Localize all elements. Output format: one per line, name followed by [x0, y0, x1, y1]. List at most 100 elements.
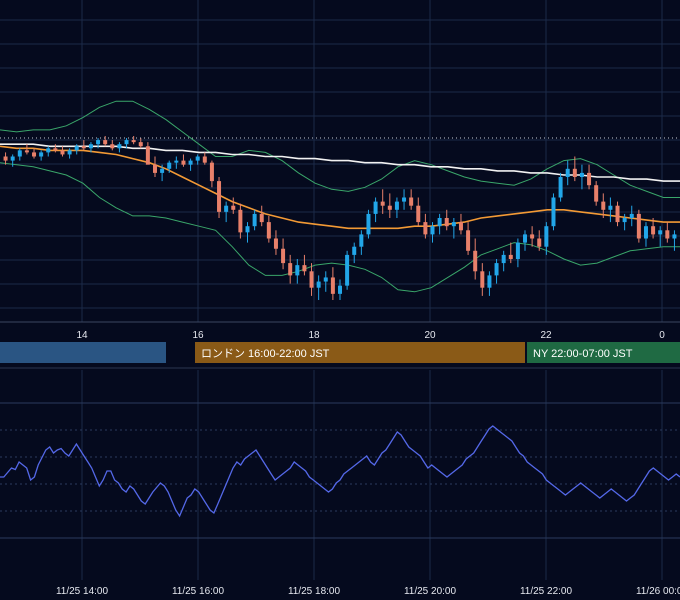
candle: [60, 146, 65, 157]
candle: [24, 144, 29, 155]
candle: [209, 160, 214, 188]
candle: [444, 209, 449, 231]
candle-body: [572, 168, 577, 177]
candle-body: [46, 148, 51, 153]
candle: [551, 193, 556, 231]
candle-body: [10, 156, 15, 161]
candle: [231, 197, 236, 214]
candle-body: [74, 146, 79, 151]
candle: [338, 279, 342, 300]
candle-body: [451, 222, 456, 227]
candle-body: [458, 222, 463, 231]
candle: [643, 222, 648, 247]
candle: [366, 209, 371, 239]
candle: [152, 156, 157, 177]
candle: [636, 209, 641, 243]
candle: [323, 271, 328, 292]
candle-body: [672, 234, 677, 239]
candle: [558, 172, 563, 202]
bottom-axis-tick-label: 11/25 18:00: [288, 586, 341, 597]
candle-body: [601, 201, 606, 210]
candle-body: [608, 205, 613, 210]
candle: [117, 142, 122, 153]
candle-body: [587, 172, 592, 186]
candle-body: [174, 160, 179, 163]
candle: [608, 197, 613, 223]
candle: [466, 222, 471, 255]
candle-body: [316, 281, 321, 288]
candle-body: [366, 213, 371, 235]
candle-body: [544, 226, 549, 247]
candle-body: [501, 254, 506, 264]
session-band-label: ロンドン 16:00-22:00 JST: [201, 348, 330, 360]
bottom-axis-tick-label: 11/25 22:00: [520, 586, 573, 597]
candle: [10, 154, 15, 167]
candle: [530, 226, 535, 247]
candle-body: [96, 140, 101, 145]
candle-body: [60, 150, 65, 155]
candle: [394, 197, 399, 218]
bottom-axis-tick-label: 11/25 14:00: [56, 586, 109, 597]
ma-slow-line: [0, 143, 680, 182]
candle: [487, 271, 492, 296]
session-bands: ロンドン 16:00-22:00 JST NY 22:00-07:00 JST: [0, 342, 680, 363]
candle-body: [302, 265, 307, 272]
candle-body: [217, 181, 222, 212]
candle: [295, 259, 300, 284]
candle: [188, 158, 193, 171]
candle: [473, 238, 478, 280]
main-axis-tick-label: 0: [659, 330, 665, 341]
candle-body: [323, 277, 328, 282]
candle-body: [402, 197, 407, 202]
candle-body: [309, 271, 314, 288]
candle-body: [209, 162, 214, 182]
oscillator-panel-grid: [0, 367, 680, 580]
candle-body: [330, 277, 335, 294]
candle-body: [622, 218, 627, 223]
candle-body: [387, 205, 392, 210]
candle: [273, 230, 278, 255]
candle: [103, 136, 108, 147]
candle: [259, 205, 264, 227]
candle-body: [117, 144, 122, 149]
candle: [46, 146, 51, 157]
main-axis-tick-label: 14: [76, 330, 88, 341]
candle: [359, 230, 364, 255]
candle-body: [487, 275, 492, 288]
candle-body: [338, 285, 342, 294]
candle: [281, 238, 286, 270]
candle-body: [110, 144, 115, 149]
candle-body: [259, 213, 264, 223]
candle-body: [17, 150, 22, 157]
bottom-axis-tick-label: 11/26 00:00: [636, 586, 680, 597]
candle-body: [444, 218, 449, 227]
candle: [515, 238, 520, 268]
candle: [17, 148, 22, 161]
session-band-ny: NY 22:00-07:00 JST: [527, 342, 680, 363]
bottom-axis-tick-label: 11/25 20:00: [404, 586, 457, 597]
candle-body: [594, 185, 599, 202]
candle-body: [295, 265, 300, 276]
candle-body: [181, 160, 186, 165]
candle: [145, 142, 150, 165]
session-band-london: ロンドン 16:00-22:00 JST: [195, 342, 525, 363]
candle: [402, 189, 407, 210]
candle-body: [530, 234, 535, 239]
candle-body: [558, 177, 563, 198]
candle: [309, 263, 314, 296]
candle: [672, 230, 677, 251]
bottom-axis-tick-label: 11/25 16:00: [172, 586, 225, 597]
candle-body: [281, 248, 286, 264]
candle: [409, 189, 414, 210]
candle-body: [651, 226, 656, 235]
candle: [302, 254, 307, 276]
candle-body: [67, 150, 72, 155]
candle-body: [152, 164, 157, 173]
main-axis-tick-label: 20: [424, 330, 436, 341]
candle-body: [288, 263, 293, 276]
candle-body: [409, 197, 414, 206]
candle: [387, 193, 392, 218]
candle-body: [416, 205, 421, 223]
candle-body: [636, 213, 641, 239]
candle: [587, 164, 592, 190]
